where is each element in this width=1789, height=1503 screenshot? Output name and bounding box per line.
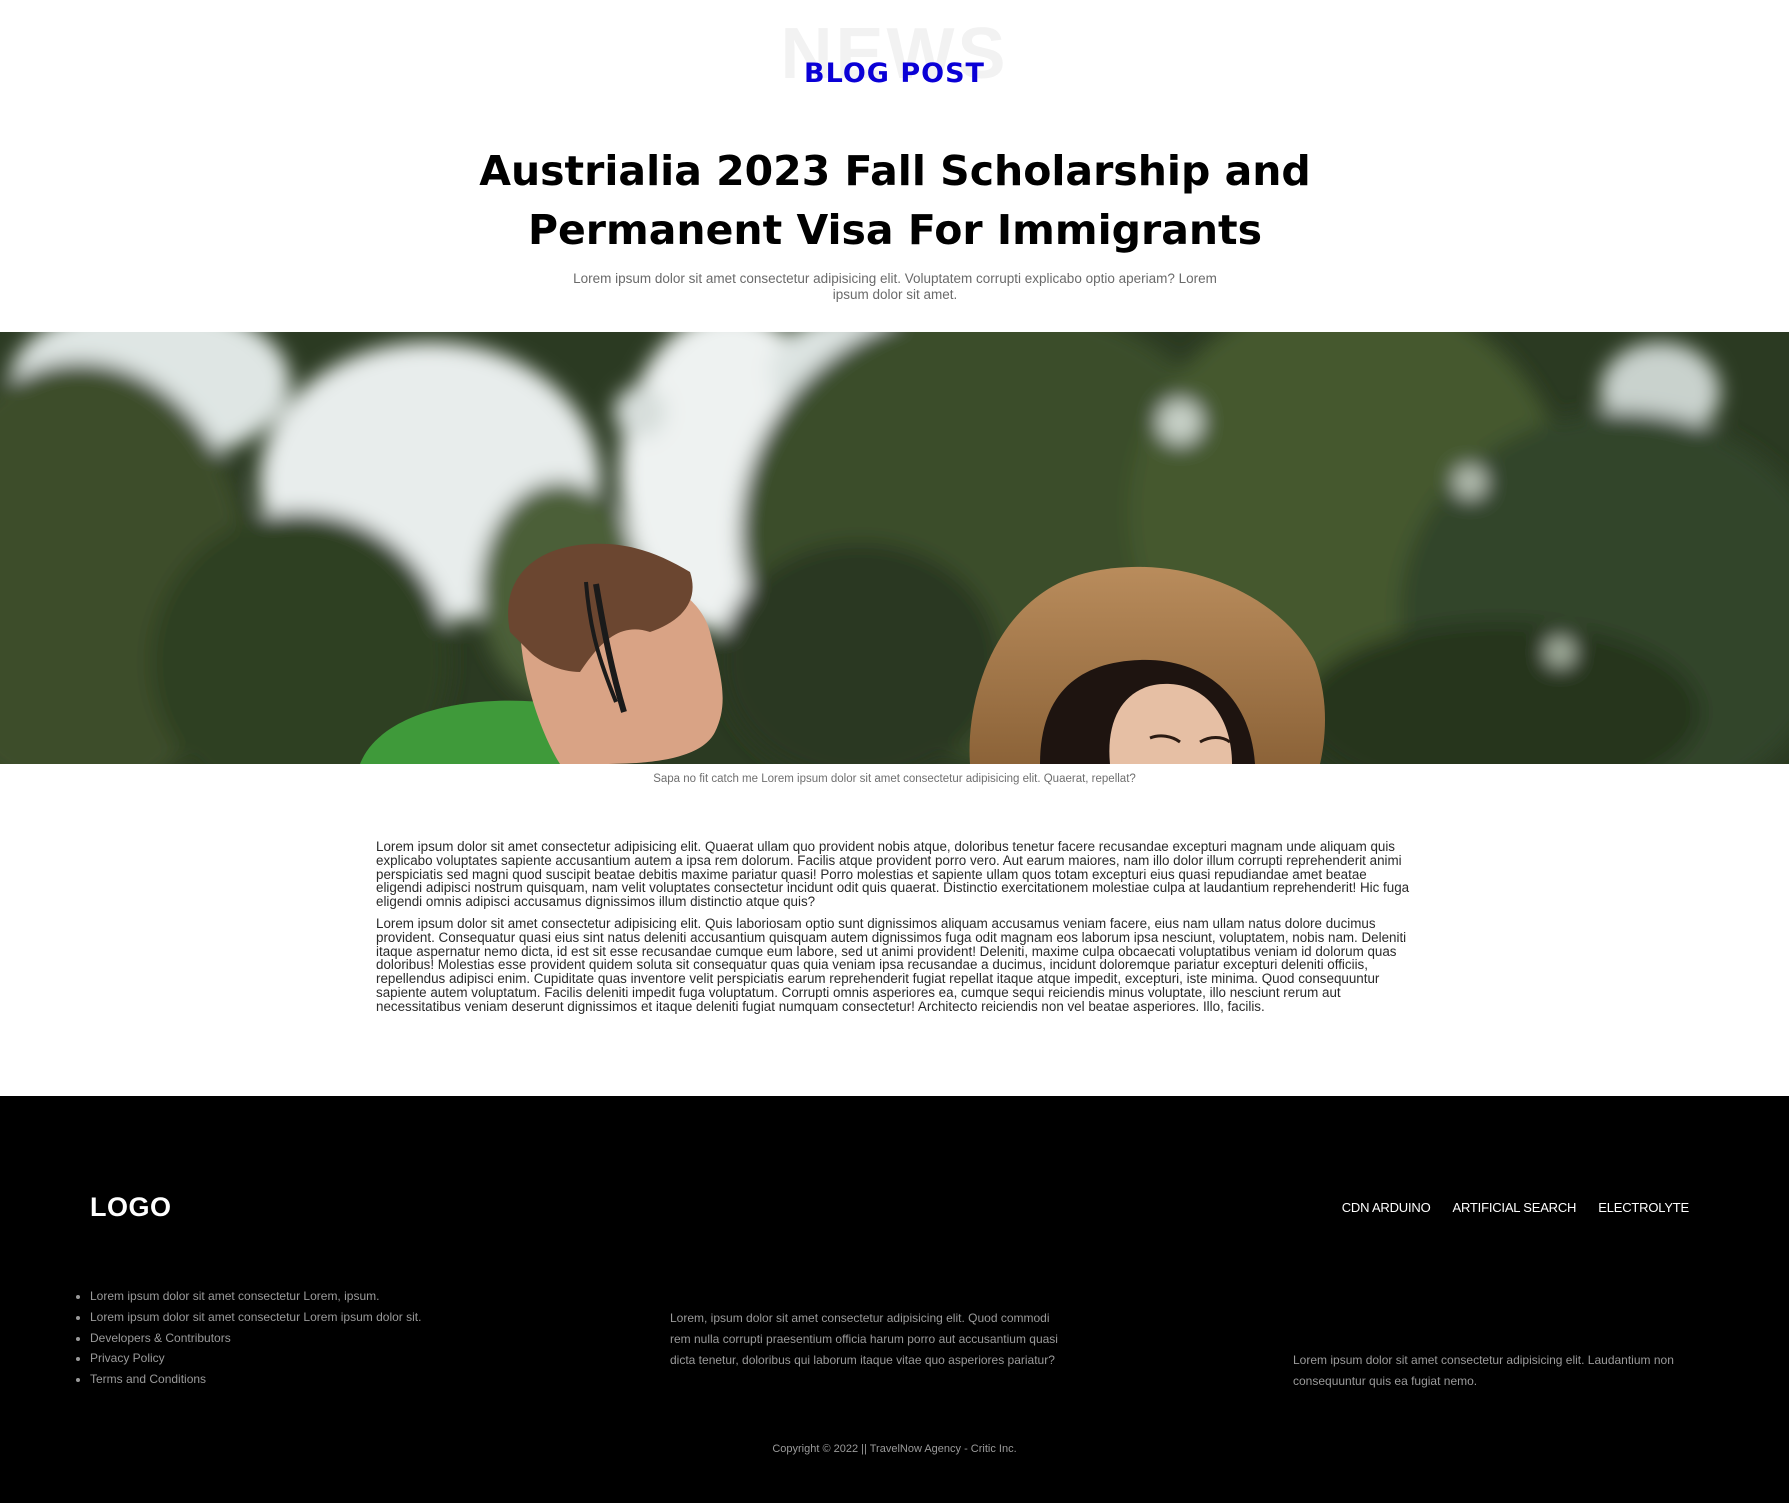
hero-photo-illustration [0,332,1789,764]
footer-link[interactable]: Lorem ipsum dolor sit amet consectetur L… [90,1307,421,1328]
footer-link[interactable]: Lorem ipsum dolor sit amet consectetur L… [90,1286,421,1307]
article-paragraph: Lorem ipsum dolor sit amet consectetur a… [376,915,1407,1014]
site-footer: LOGO CDN ARDUINO ARTIFICIAL SEARCH ELECT… [0,1096,1789,1503]
footer-nav-link-cdn-arduino[interactable]: CDN ARDUINO [1342,1200,1431,1215]
page-title: Austrialia 2023 Fall Scholarship and Per… [479,147,1311,254]
copyright-text: Copyright © 2022 || TravelNow Agency - C… [772,1443,1017,1455]
footer-link-terms[interactable]: Terms and Conditions [90,1369,421,1390]
footer-link-privacy-policy[interactable]: Privacy Policy [90,1348,421,1369]
footer-link-developers[interactable]: Developers & Contributors [90,1328,421,1349]
footer-nav: CDN ARDUINO ARTIFICIAL SEARCH ELECTROLYT… [1342,1200,1690,1215]
footer-nav-link-artificial-search[interactable]: ARTIFICIAL SEARCH [1453,1200,1577,1215]
page-header: NEWS BLOG POST Austrialia 2023 Fall Scho… [0,0,1789,332]
footer-description-middle: Lorem, ipsum dolor sit amet consectetur … [670,1311,1058,1367]
article-paragraph: Lorem ipsum dolor sit amet consectetur a… [376,839,1410,910]
footer-logo[interactable]: LOGO [90,1192,172,1223]
footer-nav-link-electrolyte[interactable]: ELECTROLYTE [1598,1200,1689,1215]
footer-description-right: Lorem ipsum dolor sit amet consectetur a… [1293,1353,1674,1388]
page-subtitle: Lorem ipsum dolor sit amet consectetur a… [573,271,1217,302]
article-body: Lorem ipsum dolor sit amet consectetur a… [376,840,1416,1022]
hero-image [0,332,1789,764]
section-kicker: BLOG POST [804,58,985,89]
footer-links-list: Lorem ipsum dolor sit amet consectetur L… [72,1286,421,1390]
image-caption: Sapa no fit catch me Lorem ipsum dolor s… [653,773,1136,785]
